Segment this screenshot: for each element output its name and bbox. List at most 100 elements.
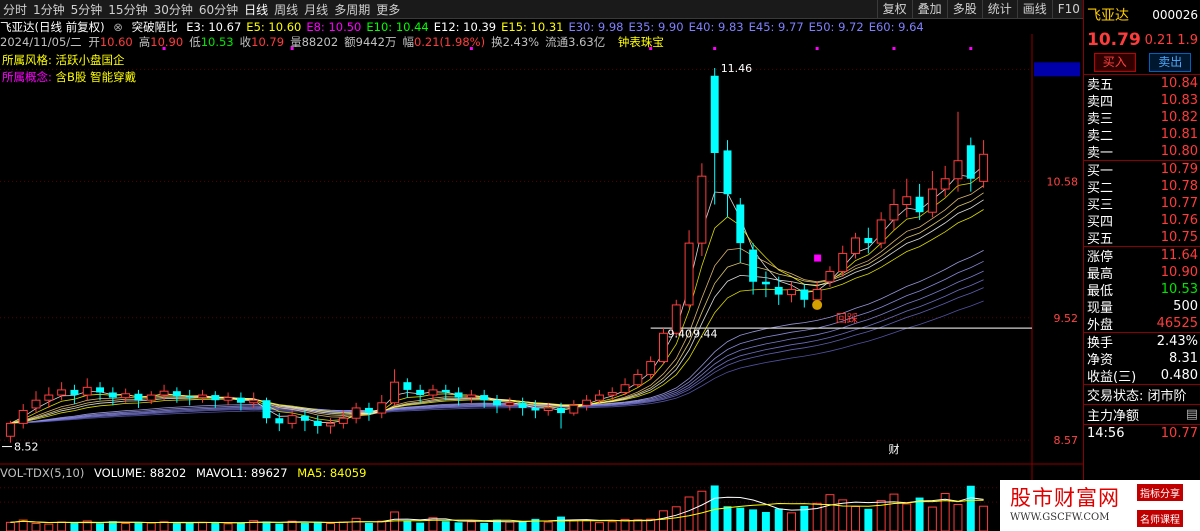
stats1-row[interactable]: 最高 10.90 — [1084, 264, 1200, 282]
period-tab-3[interactable]: 15分钟 — [105, 1, 150, 18]
info-item-8: 流通3.63亿 — [545, 35, 608, 49]
sell-button[interactable]: 卖出 — [1149, 52, 1192, 72]
stats2-row[interactable]: 收益(三) 0.480 — [1084, 367, 1200, 385]
period-tab-10[interactable]: 更多 — [373, 1, 403, 18]
candle-body-down — [185, 396, 194, 398]
bid-levels: 买一 10.79 买二 10.78 买三 10.77 买四 10.76 买五 10.75 — [1084, 160, 1200, 247]
period-tab-8[interactable]: 月线 — [301, 1, 331, 18]
volume-bar-down — [518, 521, 527, 531]
candle-body-down — [108, 392, 117, 398]
stats2-row[interactable]: 换手 2.43% — [1084, 333, 1200, 351]
toolbar-button-1[interactable]: 叠加 — [911, 0, 947, 18]
buys-row[interactable]: 买三 10.77 — [1084, 195, 1200, 213]
buys-row[interactable]: 买一 10.79 — [1084, 161, 1200, 179]
period-tab-1[interactable]: 1分钟 — [30, 1, 68, 18]
period-tab-6[interactable]: 日线 — [241, 1, 271, 18]
main-flow-row[interactable]: 主力净额 ▤ — [1084, 404, 1200, 424]
period-tab-4[interactable]: 30分钟 — [151, 1, 196, 18]
ema-8-line — [10, 185, 984, 424]
candlestick-chart[interactable]: 11.4510.589.528.57150001000011.468.529.4… — [0, 0, 1083, 531]
candle-body-up — [18, 410, 28, 424]
volume-bar-up — [351, 517, 361, 531]
info-value: 0.21(1.98%) — [413, 35, 486, 49]
period-tabs: 分时 1分钟 5分钟 15分钟 30分钟 60分钟 日线 周线 月线 多周期 更多 — [0, 0, 403, 18]
sells-row[interactable]: 卖一 10.80 — [1084, 143, 1200, 161]
stats1-row[interactable]: 最低 10.53 — [1084, 281, 1200, 299]
toolbar-button-3[interactable]: 统计 — [981, 0, 1017, 18]
period-tab-5[interactable]: 60分钟 — [196, 1, 241, 18]
buys-row[interactable]: 买二 10.78 — [1084, 178, 1200, 196]
info-value: 10.53 — [200, 35, 234, 49]
volume-bar-up — [812, 502, 822, 531]
style-label: 所属风格: — [2, 53, 52, 67]
ask-levels: 卖五 10.84 卖四 10.83 卖三 10.82 卖二 10.81 卖一 10.80 — [1084, 74, 1200, 161]
candle-body-up — [44, 394, 54, 401]
stats2-row[interactable]: 净资 8.31 — [1084, 350, 1200, 368]
vol-ma5-line — [10, 496, 984, 524]
info-label: 流通 — [545, 35, 569, 49]
candle-body-down — [416, 389, 425, 396]
vol-indicator-name[interactable]: VOL-TDX(5,10) — [0, 466, 84, 480]
toolbar-button-2[interactable]: 多股 — [946, 0, 982, 18]
volume-bar-up — [338, 521, 348, 531]
style-value[interactable]: 活跃小盘国企 — [56, 53, 125, 67]
candle-body-down — [364, 407, 373, 414]
candle-body-down — [723, 150, 732, 195]
price-axis-tick: 9.52 — [1054, 312, 1079, 325]
breakout-low-label: 9.40 — [667, 327, 692, 340]
candle-body-down — [70, 389, 79, 396]
info-item-6: 幅0.21(1.98%) — [402, 35, 488, 49]
info-item-7: 换2.43% — [491, 35, 542, 49]
candle-body-down — [761, 281, 770, 285]
stats1-row[interactable]: 涨停 11.64 — [1084, 247, 1200, 265]
ema-40-line — [10, 270, 984, 424]
sells-value: 10.82 — [1160, 110, 1198, 125]
toolbar-button-0[interactable]: 复权 — [876, 0, 912, 18]
stats1-row[interactable]: 现量 500 — [1084, 298, 1200, 316]
candle-body-up — [671, 304, 681, 334]
sector-label[interactable]: 钟表珠宝 — [618, 35, 664, 49]
sells-row[interactable]: 卖四 10.83 — [1084, 92, 1200, 110]
pullback-label: 回踩 — [836, 312, 858, 325]
volume-bar-down — [262, 521, 271, 531]
toolbar-button-5[interactable]: F10 — [1051, 0, 1085, 18]
sells-row[interactable]: 卖五 10.84 — [1084, 75, 1200, 93]
candle-body-down — [480, 395, 489, 401]
indicator-toggle-icon[interactable]: ⊗ — [113, 20, 123, 34]
ma-value-0: E3: 10.67 — [186, 20, 242, 34]
breakout-level-label: 9.44 — [693, 327, 718, 340]
period-tab-0[interactable]: 分时 — [0, 1, 30, 18]
period-tab-2[interactable]: 5分钟 — [68, 1, 106, 18]
stats1-row[interactable]: 外盘 46525 — [1084, 315, 1200, 333]
chart-title: 飞亚达(日线 前复权) — [0, 20, 105, 34]
period-tab-9[interactable]: 多周期 — [331, 1, 373, 18]
buys-row[interactable]: 买四 10.76 — [1084, 212, 1200, 230]
period-tab-7[interactable]: 周线 — [271, 1, 301, 18]
volume-bar-down — [723, 506, 732, 531]
ma-value-7: E35: 9.90 — [628, 20, 684, 34]
candle-body-down — [134, 393, 143, 401]
price-change: 0.21 — [1144, 32, 1174, 48]
concept-value[interactable]: 含B股 智能穿戴 — [56, 70, 137, 84]
buy-button[interactable]: 买入 — [1093, 52, 1136, 72]
main-flow-icon[interactable]: ▤ — [1186, 407, 1198, 422]
volume-bar-down — [416, 522, 425, 531]
candle-body-up — [326, 422, 336, 427]
volume-bar-up — [582, 519, 592, 531]
volume-bar-up — [466, 521, 476, 531]
volume-bar-up — [249, 520, 259, 531]
stats2-value: 2.43% — [1156, 334, 1198, 349]
buys-value: 10.78 — [1160, 179, 1198, 194]
volume-bar-up — [121, 523, 131, 531]
ema-60-line — [10, 300, 984, 424]
volume-bar-down — [710, 485, 719, 531]
toolbar-button-4[interactable]: 画线 — [1016, 0, 1052, 18]
volume-bar-down — [480, 522, 489, 531]
sells-row[interactable]: 卖三 10.82 — [1084, 109, 1200, 127]
volume-bar-down — [864, 508, 873, 531]
sells-row[interactable]: 卖二 10.81 — [1084, 126, 1200, 144]
indicator-name[interactable]: 突破陋比 — [132, 20, 178, 34]
current-high-tag — [1034, 62, 1080, 77]
volume-bar-up — [876, 499, 886, 531]
buys-row[interactable]: 买五 10.75 — [1084, 229, 1200, 247]
